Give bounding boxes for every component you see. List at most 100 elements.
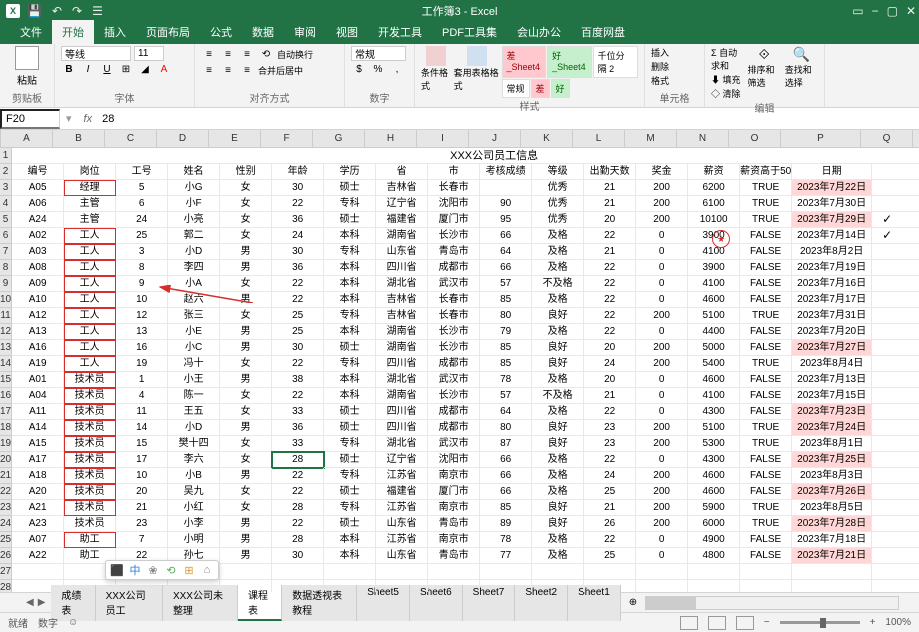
table-cell[interactable]: 24: [584, 356, 636, 372]
table-cell[interactable]: 5100: [688, 420, 740, 436]
table-cell[interactable]: 技术员: [64, 404, 116, 420]
row-header[interactable]: 18: [0, 420, 12, 436]
table-cell[interactable]: 女: [220, 212, 272, 228]
table-cell[interactable]: [480, 580, 532, 592]
table-cell[interactable]: 6100: [688, 196, 740, 212]
table-cell[interactable]: 4600: [688, 372, 740, 388]
align-right-icon[interactable]: ≡: [239, 62, 255, 78]
table-cell[interactable]: 男: [220, 292, 272, 308]
ribbon-tab[interactable]: PDF工具集: [432, 20, 507, 44]
column-header[interactable]: K: [521, 130, 573, 147]
table-cell[interactable]: 2023年7月27日: [792, 340, 872, 356]
table-cell[interactable]: 及格: [532, 324, 584, 340]
table-header-cell[interactable]: 性别: [220, 164, 272, 180]
table-cell[interactable]: TRUE: [740, 196, 792, 212]
maximize-icon[interactable]: ▢: [884, 4, 901, 18]
table-cell[interactable]: 女: [220, 228, 272, 244]
ft-icon-4[interactable]: ⟲: [164, 563, 178, 577]
column-header[interactable]: M: [625, 130, 677, 147]
table-cell[interactable]: 小E: [168, 324, 220, 340]
table-cell[interactable]: 85: [480, 292, 532, 308]
table-cell[interactable]: 四川省: [376, 356, 428, 372]
table-cell[interactable]: 沈阳市: [428, 452, 480, 468]
table-cell[interactable]: 4300: [688, 452, 740, 468]
table-cell[interactable]: FALSE: [740, 484, 792, 500]
table-cell[interactable]: 2023年7月19日: [792, 260, 872, 276]
table-cell[interactable]: 小红: [168, 500, 220, 516]
table-cell[interactable]: 23: [584, 420, 636, 436]
table-cell[interactable]: 青岛市: [428, 244, 480, 260]
ribbon-tab[interactable]: 公式: [200, 20, 242, 44]
table-cell[interactable]: 4100: [688, 244, 740, 260]
table-cell[interactable]: 女: [220, 404, 272, 420]
font-size-select[interactable]: [134, 46, 164, 61]
table-cell[interactable]: 22: [272, 388, 324, 404]
table-cell[interactable]: 长沙市: [428, 340, 480, 356]
table-cell[interactable]: 良好: [532, 516, 584, 532]
ribbon-tab[interactable]: 数据: [242, 20, 284, 44]
table-cell[interactable]: TRUE: [740, 516, 792, 532]
table-cell[interactable]: 66: [480, 452, 532, 468]
column-header[interactable]: O: [729, 130, 781, 147]
table-cell[interactable]: 女: [220, 388, 272, 404]
row-header[interactable]: 19: [0, 436, 12, 452]
table-cell[interactable]: [220, 580, 272, 592]
sort-filter-button[interactable]: ⟐ 排序和筛选: [748, 46, 781, 100]
table-cell[interactable]: [324, 580, 376, 592]
table-cell[interactable]: A08: [12, 260, 64, 276]
table-cell[interactable]: [64, 580, 116, 592]
table-cell[interactable]: 女: [220, 180, 272, 196]
table-cell[interactable]: 22: [584, 404, 636, 420]
table-cell[interactable]: 赵六: [168, 292, 220, 308]
table-cell[interactable]: [636, 580, 688, 592]
table-cell[interactable]: A02: [12, 228, 64, 244]
table-cell[interactable]: 优秀: [532, 196, 584, 212]
table-cell[interactable]: [792, 564, 872, 580]
table-cell[interactable]: 200: [636, 308, 688, 324]
table-cell[interactable]: A20: [12, 484, 64, 500]
table-cell[interactable]: 5000: [688, 340, 740, 356]
table-cell[interactable]: 0: [636, 388, 688, 404]
column-header[interactable]: L: [573, 130, 625, 147]
row-header[interactable]: 6: [0, 228, 12, 244]
column-header[interactable]: N: [677, 130, 729, 147]
table-cell[interactable]: 0: [636, 228, 688, 244]
row-header[interactable]: 15: [0, 372, 12, 388]
table-cell[interactable]: 男: [220, 468, 272, 484]
normal-view-button[interactable]: [680, 616, 698, 630]
table-cell[interactable]: 95: [480, 212, 532, 228]
table-cell[interactable]: 22: [584, 228, 636, 244]
table-cell[interactable]: 女: [220, 452, 272, 468]
table-cell[interactable]: [428, 580, 480, 592]
table-cell[interactable]: 2023年8月2日: [792, 244, 872, 260]
table-cell[interactable]: 21: [584, 500, 636, 516]
table-cell[interactable]: 0: [636, 276, 688, 292]
table-cell[interactable]: 长春市: [428, 292, 480, 308]
paste-button[interactable]: 粘贴: [6, 46, 48, 87]
table-header-cell[interactable]: 市: [428, 164, 480, 180]
table-cell[interactable]: A05: [12, 180, 64, 196]
table-cell[interactable]: A24: [12, 212, 64, 228]
table-cell[interactable]: 22: [272, 196, 324, 212]
table-cell[interactable]: 长沙市: [428, 388, 480, 404]
table-cell[interactable]: 本科: [324, 276, 376, 292]
table-cell[interactable]: 江苏省: [376, 468, 428, 484]
sheet-nav-next-icon[interactable]: ▶: [38, 597, 46, 608]
page-break-view-button[interactable]: [736, 616, 754, 630]
table-cell[interactable]: 小王: [168, 372, 220, 388]
redo-icon[interactable]: ↷: [69, 4, 85, 18]
table-cell[interactable]: 2023年7月29日: [792, 212, 872, 228]
table-cell[interactable]: 厦门市: [428, 484, 480, 500]
table-cell[interactable]: 22: [584, 276, 636, 292]
ribbon-options-icon[interactable]: ▭: [849, 4, 866, 18]
conditional-format-button[interactable]: 条件格式: [421, 46, 452, 98]
orientation-icon[interactable]: ⟲: [258, 46, 274, 62]
table-cell[interactable]: 李六: [168, 452, 220, 468]
table-cell[interactable]: 硕士: [324, 420, 376, 436]
ribbon-tab[interactable]: 审阅: [284, 20, 326, 44]
number-format-select[interactable]: [351, 46, 406, 61]
table-cell[interactable]: 江苏省: [376, 500, 428, 516]
table-cell[interactable]: [12, 564, 64, 580]
table-cell[interactable]: 200: [636, 196, 688, 212]
table-cell[interactable]: 85: [480, 500, 532, 516]
